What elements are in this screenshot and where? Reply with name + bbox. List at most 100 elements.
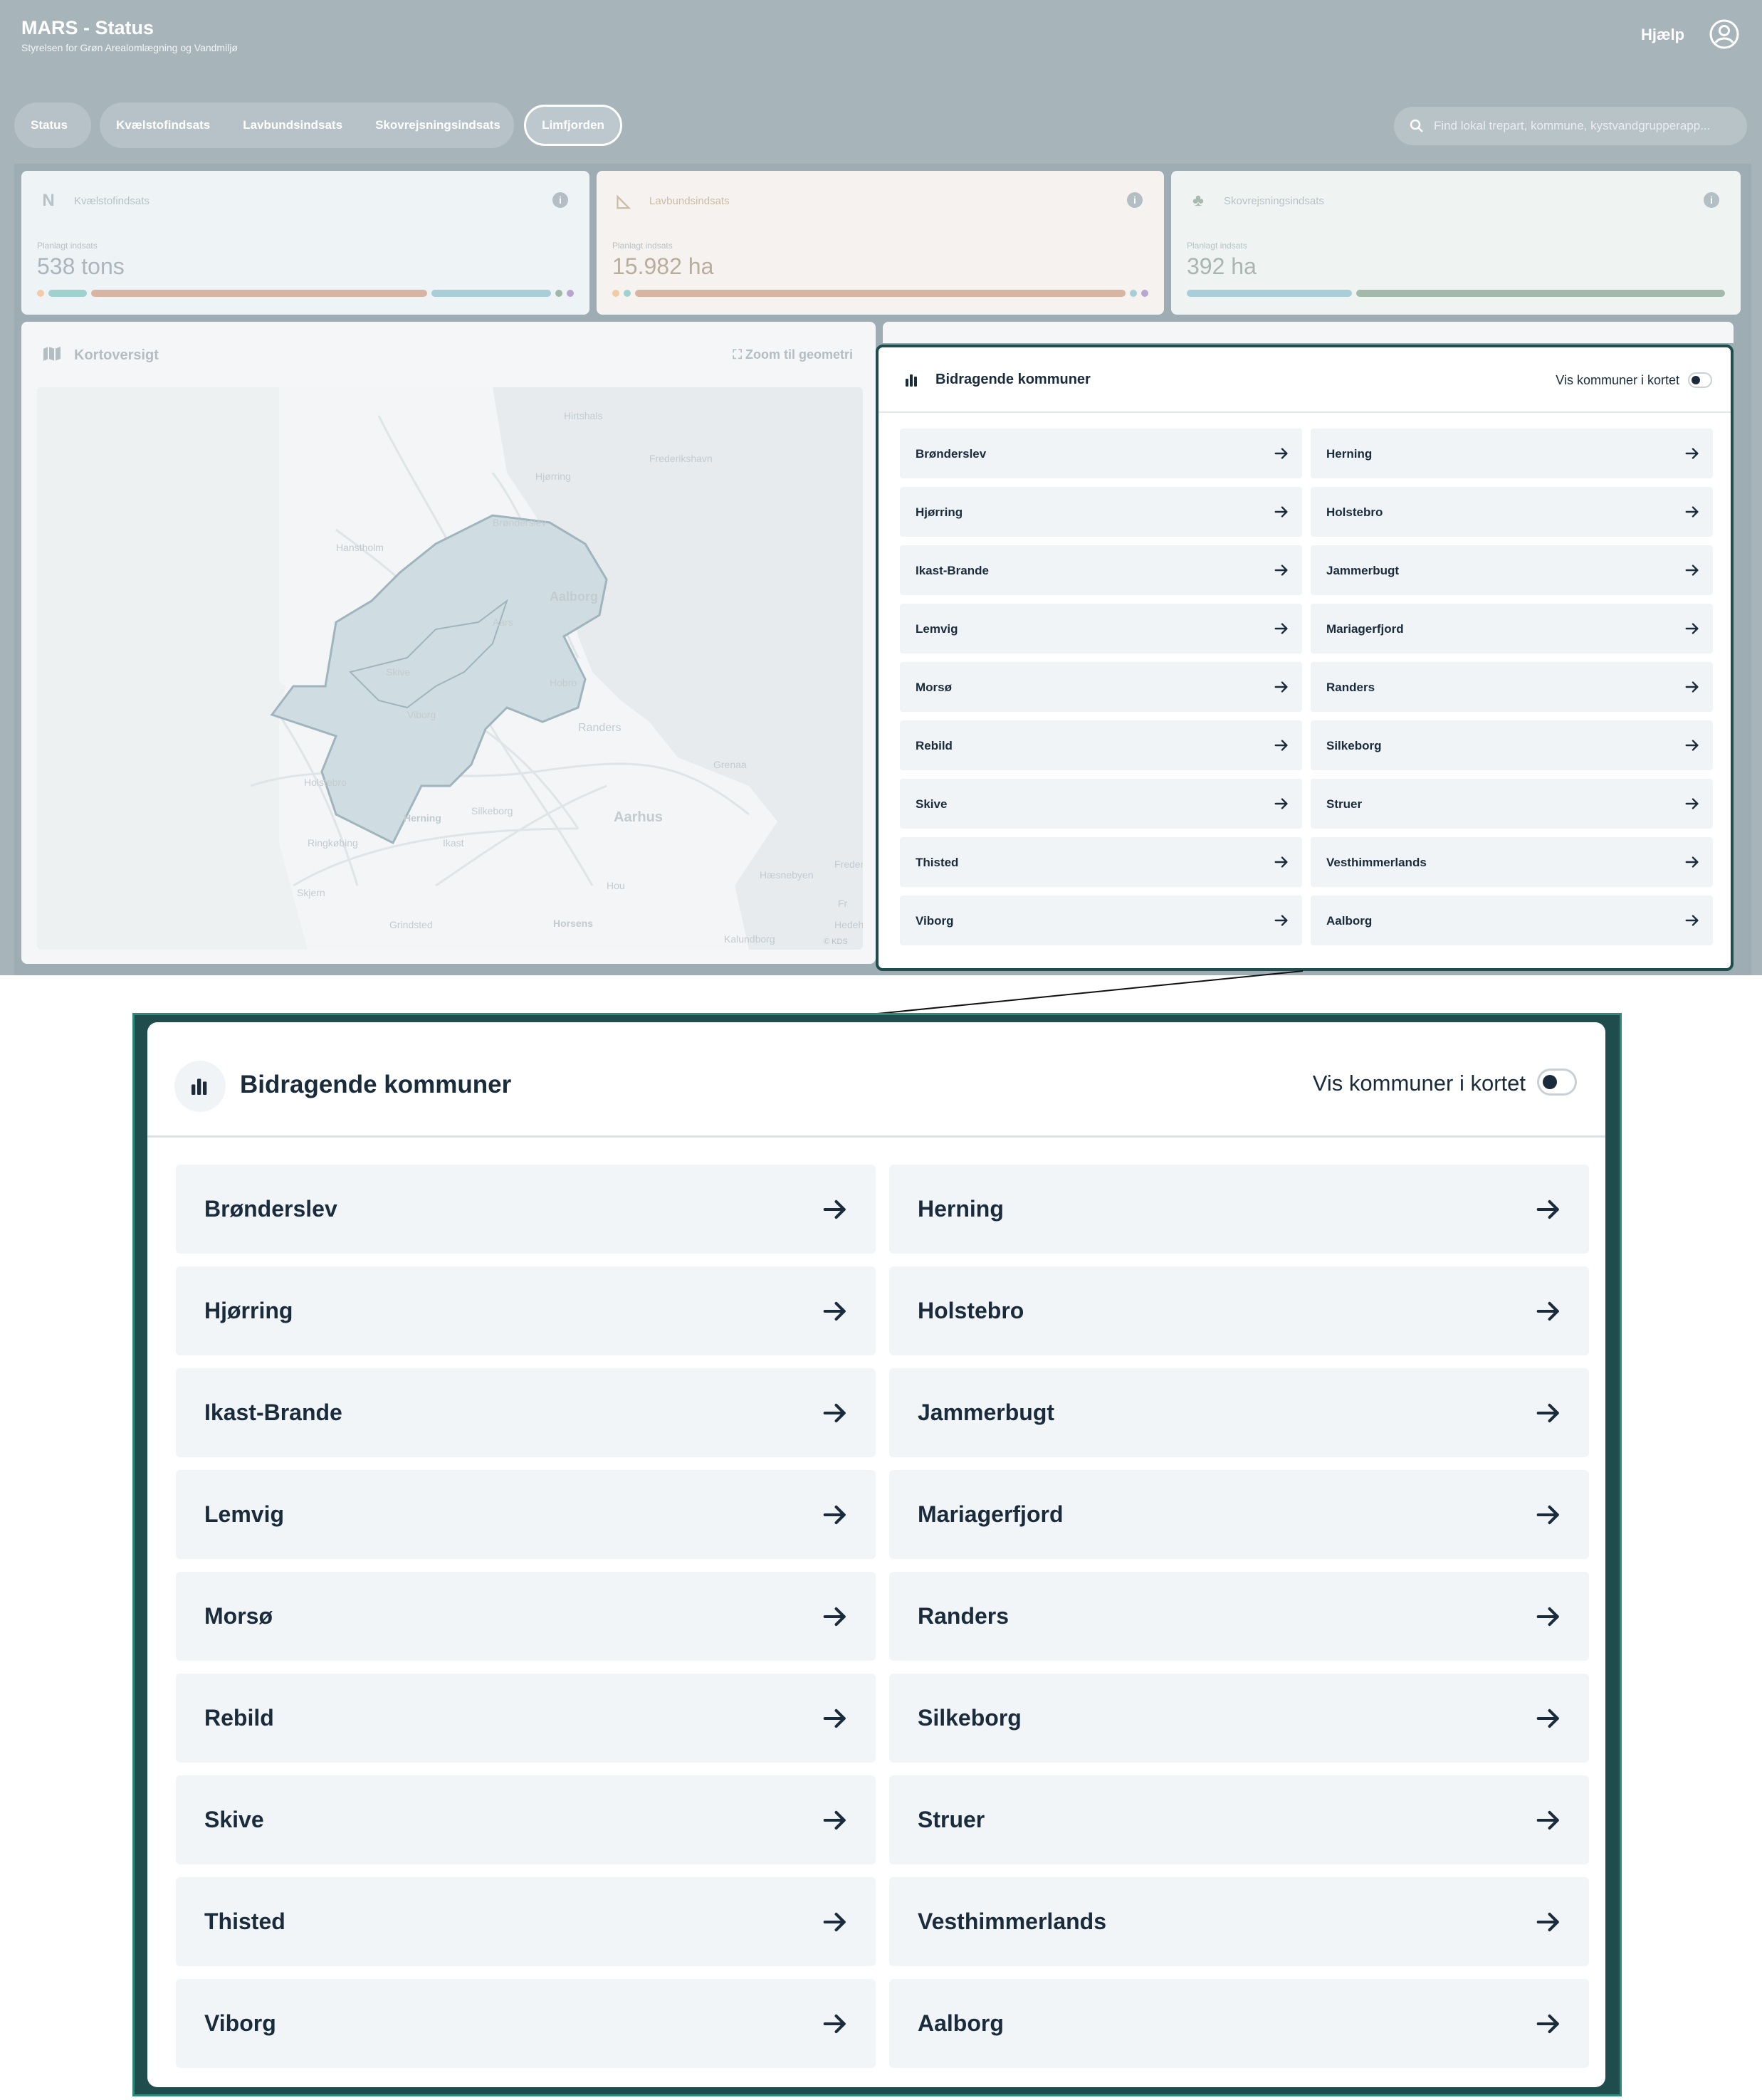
kommune-item-aalborg[interactable]: Aalborg (889, 1979, 1589, 2068)
kommune-name: Viborg (916, 914, 954, 928)
kommune-name: Ikast-Brande (916, 564, 989, 577)
card-title: Kvælstofindsats (74, 195, 150, 207)
kommune-list: Brønderslev Herning Hjørring Holstebro Ikast… (900, 429, 1713, 945)
search-placeholder: Find lokal trepart, kommune, kystvandgru… (1434, 119, 1711, 132)
kommune-name: Thisted (204, 1909, 285, 1934)
tab-status[interactable]: Status (14, 118, 84, 132)
tab-lavbundsindsats[interactable]: Lavbundsindsats (226, 118, 359, 132)
kommune-name: Aalborg (918, 2010, 1004, 2036)
help-link[interactable]: Hjælp (1641, 26, 1684, 44)
arrow-right-icon (1685, 623, 1699, 634)
arrow-right-icon (823, 1301, 846, 1321)
kommune-item-herning[interactable]: Herning (1311, 429, 1713, 478)
kommune-item-mariagerfjord[interactable]: Mariagerfjord (889, 1470, 1589, 1559)
map-canvas[interactable]: Hirtshals Frederikshavn Hjørring Brønder… (37, 387, 863, 950)
kommune-item-skive[interactable]: Skive (176, 1775, 876, 1864)
map-label: Kalundborg (724, 933, 775, 945)
kommune-item-randers[interactable]: Randers (1311, 662, 1713, 712)
kommune-item-jammerbugt[interactable]: Jammerbugt (889, 1368, 1589, 1457)
kommune-name: Brønderslev (204, 1196, 337, 1222)
arrow-right-icon (823, 1403, 846, 1423)
kommune-item-herning[interactable]: Herning (889, 1165, 1589, 1254)
user-circle-icon[interactable] (1709, 19, 1740, 50)
kommune-item-viborg[interactable]: Viborg (900, 896, 1302, 945)
kommune-name: Silkeborg (918, 1705, 1022, 1731)
arrow-right-icon (1685, 915, 1699, 926)
arrow-right-icon (1685, 798, 1699, 809)
app-brand[interactable]: MARS - Status Styrelsen for Grøn Arealom… (21, 17, 238, 53)
kommune-item-lemvig[interactable]: Lemvig (176, 1470, 876, 1559)
kommune-item-rebild[interactable]: Rebild (176, 1674, 876, 1763)
arrow-right-icon (1685, 681, 1699, 693)
kommune-item-hjoerring[interactable]: Hjørring (176, 1266, 876, 1355)
kommune-item-ikast-brande[interactable]: Ikast-Brande (176, 1368, 876, 1457)
kommune-item-jammerbugt[interactable]: Jammerbugt (1311, 545, 1713, 595)
arrow-right-icon (1274, 915, 1288, 926)
show-kommuner-toggle[interactable] (1537, 1069, 1577, 1096)
kommune-item-holstebro[interactable]: Holstebro (1311, 487, 1713, 537)
kommune-item-vesthimmerlands[interactable]: Vesthimmerlands (889, 1877, 1589, 1966)
kommune-item-hjoerring[interactable]: Hjørring (900, 487, 1302, 537)
kommune-item-thisted[interactable]: Thisted (176, 1877, 876, 1966)
kommune-item-lemvig[interactable]: Lemvig (900, 604, 1302, 653)
panel-title: Bidragende kommuner (935, 372, 1091, 387)
toggle-knob (1692, 376, 1700, 384)
card-lavbundsindsats[interactable]: ◺ Lavbundsindsats i Planlagt indsats 15.… (597, 171, 1164, 315)
kommune-item-thisted[interactable]: Thisted (900, 837, 1302, 887)
arrow-right-icon (1685, 856, 1699, 868)
kommune-item-skive[interactable]: Skive (900, 779, 1302, 829)
kommune-item-morsoe[interactable]: Morsø (900, 662, 1302, 712)
kommune-item-ikast-brande[interactable]: Ikast-Brande (900, 545, 1302, 595)
info-icon[interactable]: i (1704, 192, 1719, 208)
kommune-item-rebild[interactable]: Rebild (900, 720, 1302, 770)
progress-bar (1187, 290, 1725, 297)
kommune-item-holstebro[interactable]: Holstebro (889, 1266, 1589, 1355)
kommune-name: Mariagerfjord (1326, 622, 1404, 636)
show-kommuner-toggle[interactable] (1688, 372, 1712, 388)
kommune-item-morsoe[interactable]: Morsø (176, 1572, 876, 1661)
zoom-to-geometry-button[interactable]: ⛶ Zoom til geometri (733, 347, 853, 362)
card-skovrejsningsindsats[interactable]: ♣ Skovrejsningsindsats i Planlagt indsat… (1171, 171, 1741, 315)
kommune-item-struer[interactable]: Struer (889, 1775, 1589, 1864)
toggle-label: Vis kommuner i kortet (1556, 373, 1679, 387)
arrow-right-icon (1274, 506, 1288, 518)
card-kvaelstofindsats[interactable]: N Kvælstofindsats i Planlagt indsats 538… (21, 171, 589, 315)
kommune-name: Silkeborg (1326, 739, 1382, 752)
kommune-name: Vesthimmerlands (1326, 856, 1427, 869)
info-icon[interactable]: i (1127, 192, 1143, 208)
kommune-name: Aalborg (1326, 914, 1373, 928)
tab-kvaelstofindsats[interactable]: Kvælstofindsats (100, 118, 226, 132)
kommune-item-struer[interactable]: Struer (1311, 779, 1713, 829)
kommune-item-vesthimmerlands[interactable]: Vesthimmerlands (1311, 837, 1713, 887)
map-label: Holstebro (304, 777, 347, 788)
arrow-right-icon (823, 1708, 846, 1728)
search-input[interactable]: Find lokal trepart, kommune, kystvandgru… (1394, 107, 1747, 145)
kommune-item-randers[interactable]: Randers (889, 1572, 1589, 1661)
kommune-name: Skive (204, 1807, 264, 1832)
kommune-item-broenderslev[interactable]: Brønderslev (176, 1165, 876, 1254)
map-label: Frederikshavn (649, 453, 713, 464)
kommune-item-silkeborg[interactable]: Silkeborg (889, 1674, 1589, 1763)
kommune-item-mariagerfjord[interactable]: Mariagerfjord (1311, 604, 1713, 653)
kommune-item-silkeborg[interactable]: Silkeborg (1311, 720, 1713, 770)
map-panel: Kortoversigt ⛶ Zoom til geometri Hirtsha… (21, 322, 876, 964)
kommune-name: Herning (1326, 447, 1373, 461)
tab-limfjorden[interactable]: Limfjorden (524, 105, 622, 146)
arrow-right-icon (1274, 856, 1288, 868)
kommune-name: Jammerbugt (918, 1400, 1055, 1425)
kommune-item-aalborg[interactable]: Aalborg (1311, 896, 1713, 945)
tab-skovrejsningsindsats[interactable]: Skovrejsningsindsats (359, 118, 517, 132)
card-value: 538 tons (37, 253, 125, 279)
kommune-name: Morsø (204, 1603, 273, 1629)
panel-title: Bidragende kommuner (240, 1071, 512, 1098)
arrow-right-icon (823, 1199, 846, 1219)
arrow-right-icon (1536, 1810, 1559, 1830)
kommune-item-broenderslev[interactable]: Brønderslev (900, 429, 1302, 478)
nitrogen-icon: N (42, 191, 55, 210)
kommune-name: Struer (1326, 797, 1363, 811)
info-icon[interactable]: i (552, 192, 568, 208)
app-screenshot: MARS - Status Styrelsen for Grøn Arealom… (0, 0, 1762, 1014)
kommune-item-viborg[interactable]: Viborg (176, 1979, 876, 2068)
arrow-right-icon (1274, 798, 1288, 809)
panel-header: Bidragende kommuner Vis kommuner i korte… (879, 347, 1731, 413)
